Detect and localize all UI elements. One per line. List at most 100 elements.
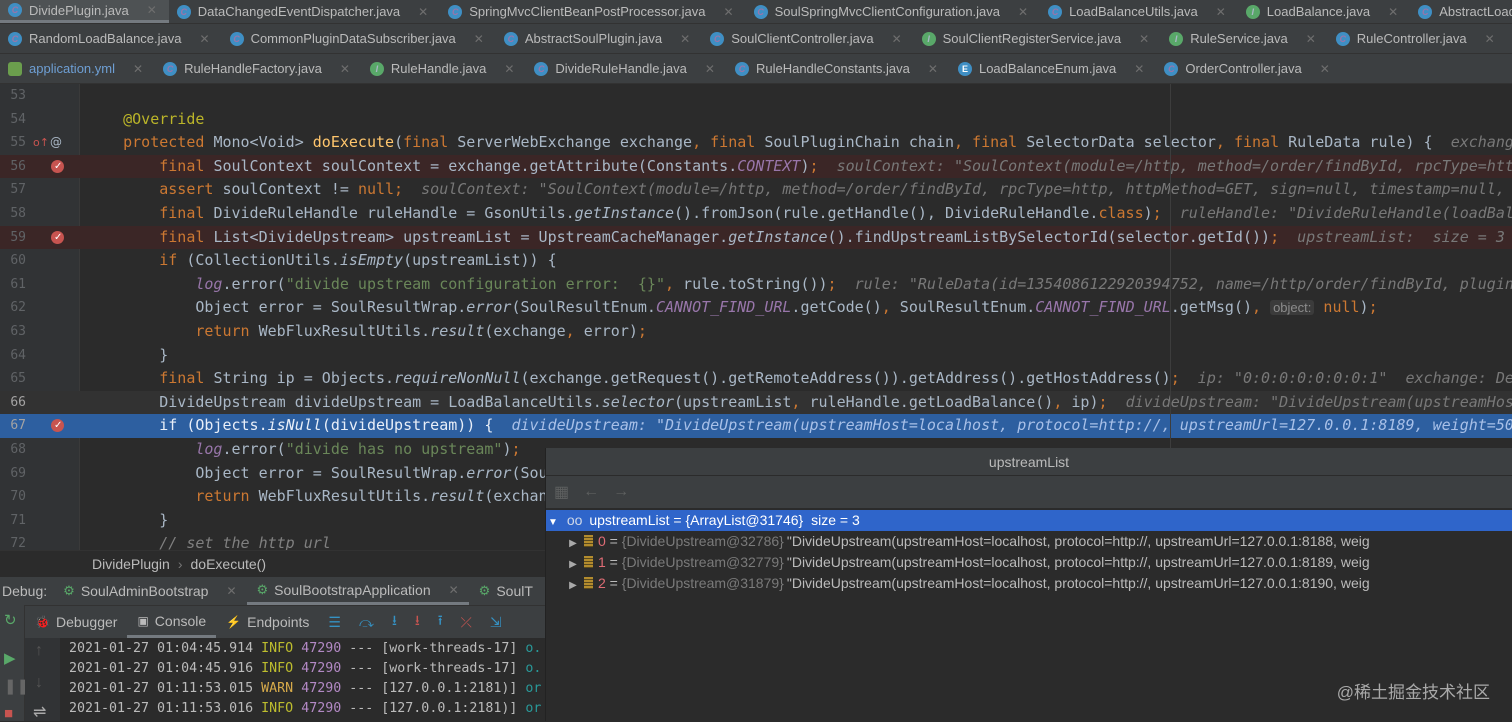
- editor-tab[interactable]: C DataChangedEventDispatcher.java ✕: [169, 0, 440, 23]
- class-icon: C: [503, 31, 518, 46]
- tree-row-root[interactable]: ▼ oo upstreamList = {ArrayList@31746} si…: [546, 510, 1512, 531]
- code-token: return: [87, 322, 259, 340]
- forward-arrow-icon[interactable]: →: [613, 483, 629, 501]
- close-icon[interactable]: ✕: [340, 62, 350, 76]
- force-step-into-icon[interactable]: ⭳: [415, 610, 420, 634]
- code-token: log: [87, 274, 223, 293]
- tree-row[interactable]: ▶ 2 = {DivideUpstream@31879} "DivideUpstre…: [546, 573, 1512, 594]
- code-line: 66 DivideUpstream divideUpstream = LoadB…: [0, 390, 1512, 415]
- expand-right-icon[interactable]: ▶: [566, 575, 580, 594]
- expand-right-icon[interactable]: ▶: [566, 533, 580, 552]
- close-icon[interactable]: ✕: [724, 5, 734, 19]
- editor-tab[interactable]: CAbstractLoadBalance.java✕: [1410, 0, 1512, 23]
- editor-tab[interactable]: I RuleHandle.java ✕: [362, 54, 526, 83]
- stop-icon[interactable]: ■: [4, 705, 13, 722]
- log-level: WARN: [261, 681, 294, 696]
- inline-debug-value: exchang: [1450, 133, 1512, 152]
- breakpoint-icon[interactable]: [51, 155, 64, 178]
- expand-down-icon[interactable]: ▼: [546, 512, 560, 531]
- tree-row[interactable]: ▶ 0 = {DivideUpstream@32786} "DivideUpstre…: [546, 531, 1512, 552]
- close-icon[interactable]: ✕: [1306, 32, 1316, 46]
- breadcrumb-method[interactable]: doExecute(): [191, 556, 266, 572]
- code-text: final List<DivideUpstream> upstreamList …: [87, 226, 1505, 250]
- close-icon[interactable]: ✕: [680, 32, 690, 46]
- editor-tab[interactable]: I LoadBalance.java ✕: [1238, 0, 1410, 23]
- item-reference: {DivideUpstream@31879}: [621, 575, 784, 591]
- close-icon[interactable]: ✕: [418, 5, 428, 19]
- close-icon[interactable]: ✕: [1018, 5, 1028, 19]
- breakpoint-icon[interactable]: [51, 414, 64, 438]
- scroll-down-icon[interactable]: ↓: [35, 674, 43, 692]
- back-arrow-icon[interactable]: ←: [583, 483, 599, 501]
- editor-tab[interactable]: C DividePlugin.java ✕: [0, 0, 169, 23]
- editor-tab[interactable]: I RuleService.java ✕: [1161, 24, 1328, 53]
- code-token: , final: [954, 133, 1027, 152]
- code-token: isEmpty: [339, 251, 404, 270]
- close-icon[interactable]: ✕: [1320, 62, 1330, 76]
- code-token: log: [87, 440, 223, 458]
- code-token: assert: [87, 180, 223, 199]
- close-icon[interactable]: ✕: [449, 583, 459, 597]
- tab-label: OrderController.java: [1185, 61, 1302, 76]
- code-token: final: [403, 133, 458, 152]
- hierarchy-icon[interactable]: ▦: [554, 482, 569, 502]
- editor-tab[interactable]: C CommonPluginDataSubscriber.java ✕: [222, 24, 496, 53]
- log-pid: 47290: [301, 701, 342, 716]
- run-to-cursor-icon[interactable]: ⇲: [490, 614, 502, 631]
- scroll-up-icon[interactable]: ↑: [35, 642, 43, 660]
- close-icon[interactable]: ✕: [1388, 5, 1398, 19]
- soft-wrap-icon[interactable]: ⇌: [33, 702, 46, 722]
- close-icon[interactable]: ✕: [133, 62, 143, 76]
- editor-tab[interactable]: C LoadBalanceUtils.java ✕: [1040, 0, 1238, 23]
- editor-tab[interactable]: I SoulClientRegisterService.java ✕: [914, 24, 1162, 53]
- debug-session-tab[interactable]: ⚙ SoulAdminBootstrap ✕: [53, 577, 246, 605]
- popup-title[interactable]: upstreamList: [546, 448, 1512, 476]
- debug-tab[interactable]: 🐞 Debugger: [25, 606, 127, 638]
- log-ts: 2021-01-27 01:04:45.914: [69, 641, 254, 656]
- code-token: .getMsg(): [1170, 298, 1253, 317]
- step-out-icon[interactable]: ⭱: [438, 610, 443, 634]
- interface-icon: I: [369, 61, 384, 76]
- close-icon[interactable]: ✕: [1139, 32, 1149, 46]
- editor-tab[interactable]: application.yml ✕: [0, 54, 155, 83]
- show-execution-point-icon[interactable]: ☰: [328, 614, 341, 631]
- close-icon[interactable]: ✕: [504, 62, 514, 76]
- editor-tab[interactable]: C OrderController.java ✕: [1156, 54, 1341, 83]
- debug-session-tab[interactable]: ⚙ SoulBootstrapApplication ✕: [246, 577, 469, 605]
- close-icon[interactable]: ✕: [200, 32, 210, 46]
- overrides-method-icon[interactable]: o↑: [33, 131, 49, 149]
- editor-tab[interactable]: C RuleController.java ✕: [1328, 24, 1507, 53]
- editor-tab[interactable]: C RuleHandleConstants.java ✕: [727, 54, 950, 83]
- rerun-icon[interactable]: ↻: [4, 611, 17, 629]
- debug-session-tab[interactable]: ⚙ SoulT: [469, 577, 543, 605]
- step-over-icon[interactable]: ⤼: [359, 614, 374, 631]
- debug-tab[interactable]: ⚡ Endpoints: [216, 606, 319, 638]
- editor-tab[interactable]: C RandomLoadBalance.java ✕: [0, 24, 222, 53]
- resume-icon[interactable]: ▶: [4, 649, 16, 667]
- editor-tab[interactable]: C SpringMvcClientBeanPostProcessor.java ✕: [440, 0, 745, 23]
- editor-tab[interactable]: E LoadBalanceEnum.java ✕: [950, 54, 1156, 83]
- editor-tab[interactable]: C SoulClientController.java ✕: [702, 24, 913, 53]
- editor-tab[interactable]: C AbstractSoulPlugin.java ✕: [496, 24, 702, 53]
- close-icon[interactable]: ✕: [892, 32, 902, 46]
- debug-tab[interactable]: ▣ Console: [127, 606, 217, 638]
- close-icon[interactable]: ✕: [928, 62, 938, 76]
- editor-tab[interactable]: C RuleHandleFactory.java ✕: [155, 54, 362, 83]
- spring-boot-run-icon: ⚙: [256, 581, 269, 597]
- breadcrumb-class[interactable]: DividePlugin: [92, 556, 170, 572]
- tab-label: RuleHandleConstants.java: [755, 61, 910, 76]
- expand-right-icon[interactable]: ▶: [566, 554, 580, 573]
- close-icon[interactable]: ✕: [226, 584, 236, 598]
- editor-tab[interactable]: C DivideRuleHandle.java ✕: [526, 54, 727, 83]
- drop-frame-icon[interactable]: ⤫: [461, 614, 472, 631]
- close-icon[interactable]: ✕: [1216, 5, 1226, 19]
- close-icon[interactable]: ✕: [1485, 32, 1495, 46]
- editor-tab[interactable]: C SoulSpringMvcClientConfiguration.java ✕: [746, 0, 1041, 23]
- breakpoint-icon[interactable]: [51, 226, 64, 249]
- close-icon[interactable]: ✕: [474, 32, 484, 46]
- close-icon[interactable]: ✕: [147, 3, 157, 17]
- close-icon[interactable]: ✕: [1134, 62, 1144, 76]
- tree-row[interactable]: ▶ 1 = {DivideUpstream@32779} "DivideUpstre…: [546, 552, 1512, 573]
- step-into-icon[interactable]: ⭳: [392, 610, 397, 634]
- close-icon[interactable]: ✕: [705, 62, 715, 76]
